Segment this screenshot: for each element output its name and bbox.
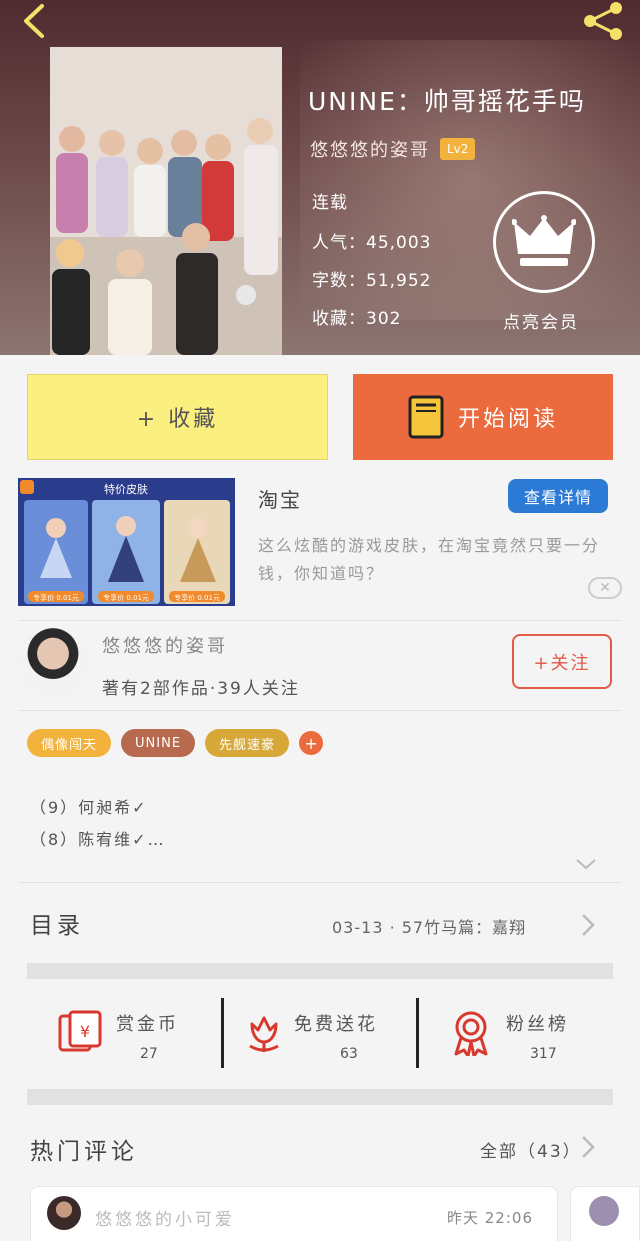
tag-chip[interactable]: 偶像闯天 — [27, 729, 112, 757]
popularity-count: 人气：45,003 — [312, 233, 432, 253]
crown-icon — [512, 215, 576, 266]
add-favorite-button[interactable]: + 收藏 — [27, 374, 328, 460]
medal-icon — [454, 1011, 488, 1056]
share-icon — [584, 2, 622, 40]
chevron-right-icon — [582, 914, 595, 936]
back-button[interactable] — [18, 2, 58, 42]
start-reading-label: 开始阅读 — [457, 407, 558, 432]
comment-time: 昨天 22:06 — [447, 1209, 533, 1227]
start-reading-button[interactable]: 开始阅读 — [353, 374, 613, 460]
hot-comments-label: 热门评论 — [30, 1139, 138, 1165]
book-icon — [408, 395, 444, 439]
header-author-row[interactable]: 悠悠悠的姿哥 Lv2 — [310, 136, 476, 162]
stat-divider — [416, 998, 419, 1068]
book-title: UNINE：帅哥摇花手吗 — [308, 87, 586, 116]
section-separator — [27, 1089, 613, 1105]
flower-icon — [249, 1016, 279, 1052]
ad-price-tag: 专享价 0.01元 — [33, 593, 79, 602]
close-icon: ✕ — [599, 580, 611, 596]
ad-close-button[interactable]: ✕ — [588, 577, 622, 599]
author-name[interactable]: 悠悠悠的姿哥 — [102, 632, 228, 658]
share-button[interactable] — [580, 0, 628, 42]
section-separator — [27, 963, 613, 979]
serial-status: 连载 — [312, 193, 348, 213]
add-favorite-label: + 收藏 — [136, 407, 219, 432]
ad-price-tag: 专享价 0.01元 — [103, 593, 149, 602]
latest-chapter[interactable]: 03-13 · 57竹马篇：嘉翔 — [332, 914, 526, 938]
book-cover-image[interactable] — [50, 47, 282, 355]
all-comments-arrow[interactable] — [580, 1134, 596, 1164]
toc-arrow-button[interactable] — [580, 912, 596, 942]
group-photo-illustration — [50, 47, 282, 355]
author-level-badge: Lv2 — [440, 138, 476, 160]
reward-coins-value: 27 — [140, 1046, 158, 1062]
ad-banner-caption: 特价皮肤 — [104, 482, 148, 496]
stat-divider — [221, 998, 224, 1068]
comment-card-partial[interactable] — [570, 1186, 640, 1241]
book-header: UNINE：帅哥摇花手吗 悠悠悠的姿哥 Lv2 连载 人气：45,003 字数：… — [0, 0, 640, 355]
commenter-avatar[interactable] — [47, 1196, 81, 1230]
ad-view-details-button[interactable]: 查看详情 — [508, 479, 608, 513]
reward-coins-label: 赏金币 — [116, 1014, 179, 1035]
table-of-contents-label[interactable]: 目录 — [30, 906, 84, 940]
author-stats: 著有2部作品·39人关注 — [102, 679, 300, 699]
favorites-count: 收藏：302 — [312, 309, 402, 329]
divider — [18, 620, 622, 621]
author-avatar[interactable] — [18, 627, 88, 697]
fan-ranking-value: 317 — [530, 1046, 557, 1062]
ad-price-tag: 专享价 0.01元 — [174, 593, 220, 602]
commenter-avatar[interactable] — [589, 1196, 619, 1226]
reward-coins-stat[interactable]: ¥ 赏金币 27 — [56, 1000, 206, 1070]
header-author-name[interactable]: 悠悠悠的姿哥 — [310, 136, 430, 162]
chevron-down-icon — [576, 859, 596, 870]
free-flowers-value: 63 — [340, 1046, 358, 1062]
svg-text:¥: ¥ — [80, 1022, 90, 1041]
add-tag-button[interactable]: + — [299, 731, 324, 755]
word-count: 字数：51,952 — [312, 271, 432, 291]
free-flowers-stat[interactable]: 免费送花 63 — [244, 1000, 404, 1070]
fan-ranking-stat[interactable]: 粉丝榜 317 — [450, 1000, 610, 1070]
chevron-left-icon — [24, 4, 44, 38]
character-line: （9）何昶希✓ — [30, 798, 148, 817]
red-envelope-icon: ¥ — [58, 1010, 102, 1052]
chevron-right-icon — [582, 1136, 595, 1158]
character-line: （8）陈宥维✓… — [30, 830, 166, 849]
divider — [18, 710, 622, 711]
vip-crown-button[interactable] — [493, 191, 595, 293]
divider — [18, 882, 622, 883]
vip-crown-label: 点亮会员 — [503, 313, 579, 333]
game-skins-illustration: 特价皮肤 专享价 0.01元 专享价 0.01元 专享价 0.01元 — [18, 478, 235, 606]
ad-title: 淘宝 — [258, 488, 302, 512]
plus-icon: + — [304, 733, 318, 753]
tag-chip[interactable]: 先舰速豪 — [205, 729, 290, 757]
commenter-name[interactable]: 悠悠悠的小可爱 — [95, 1205, 235, 1230]
fan-ranking-label: 粉丝榜 — [506, 1014, 569, 1035]
tag-list: 偶像闯天 UNINE 先舰速豪 + — [27, 729, 324, 757]
expand-button[interactable] — [574, 856, 598, 876]
comment-card[interactable]: 悠悠悠的小可爱 昨天 22:06 — [30, 1186, 558, 1241]
tag-chip[interactable]: UNINE — [121, 729, 196, 757]
follow-author-button[interactable]: +关注 — [512, 634, 612, 689]
ad-description: 这么炫酷的游戏皮肤，在淘宝竟然只要一分钱，你知道吗？ — [258, 536, 601, 583]
ad-banner-image[interactable]: 特价皮肤 专享价 0.01元 专享价 0.01元 专享价 0.01元 — [18, 478, 235, 606]
free-flowers-label: 免费送花 — [294, 1014, 378, 1035]
all-comments-link[interactable]: 全部（43） — [480, 1137, 582, 1162]
